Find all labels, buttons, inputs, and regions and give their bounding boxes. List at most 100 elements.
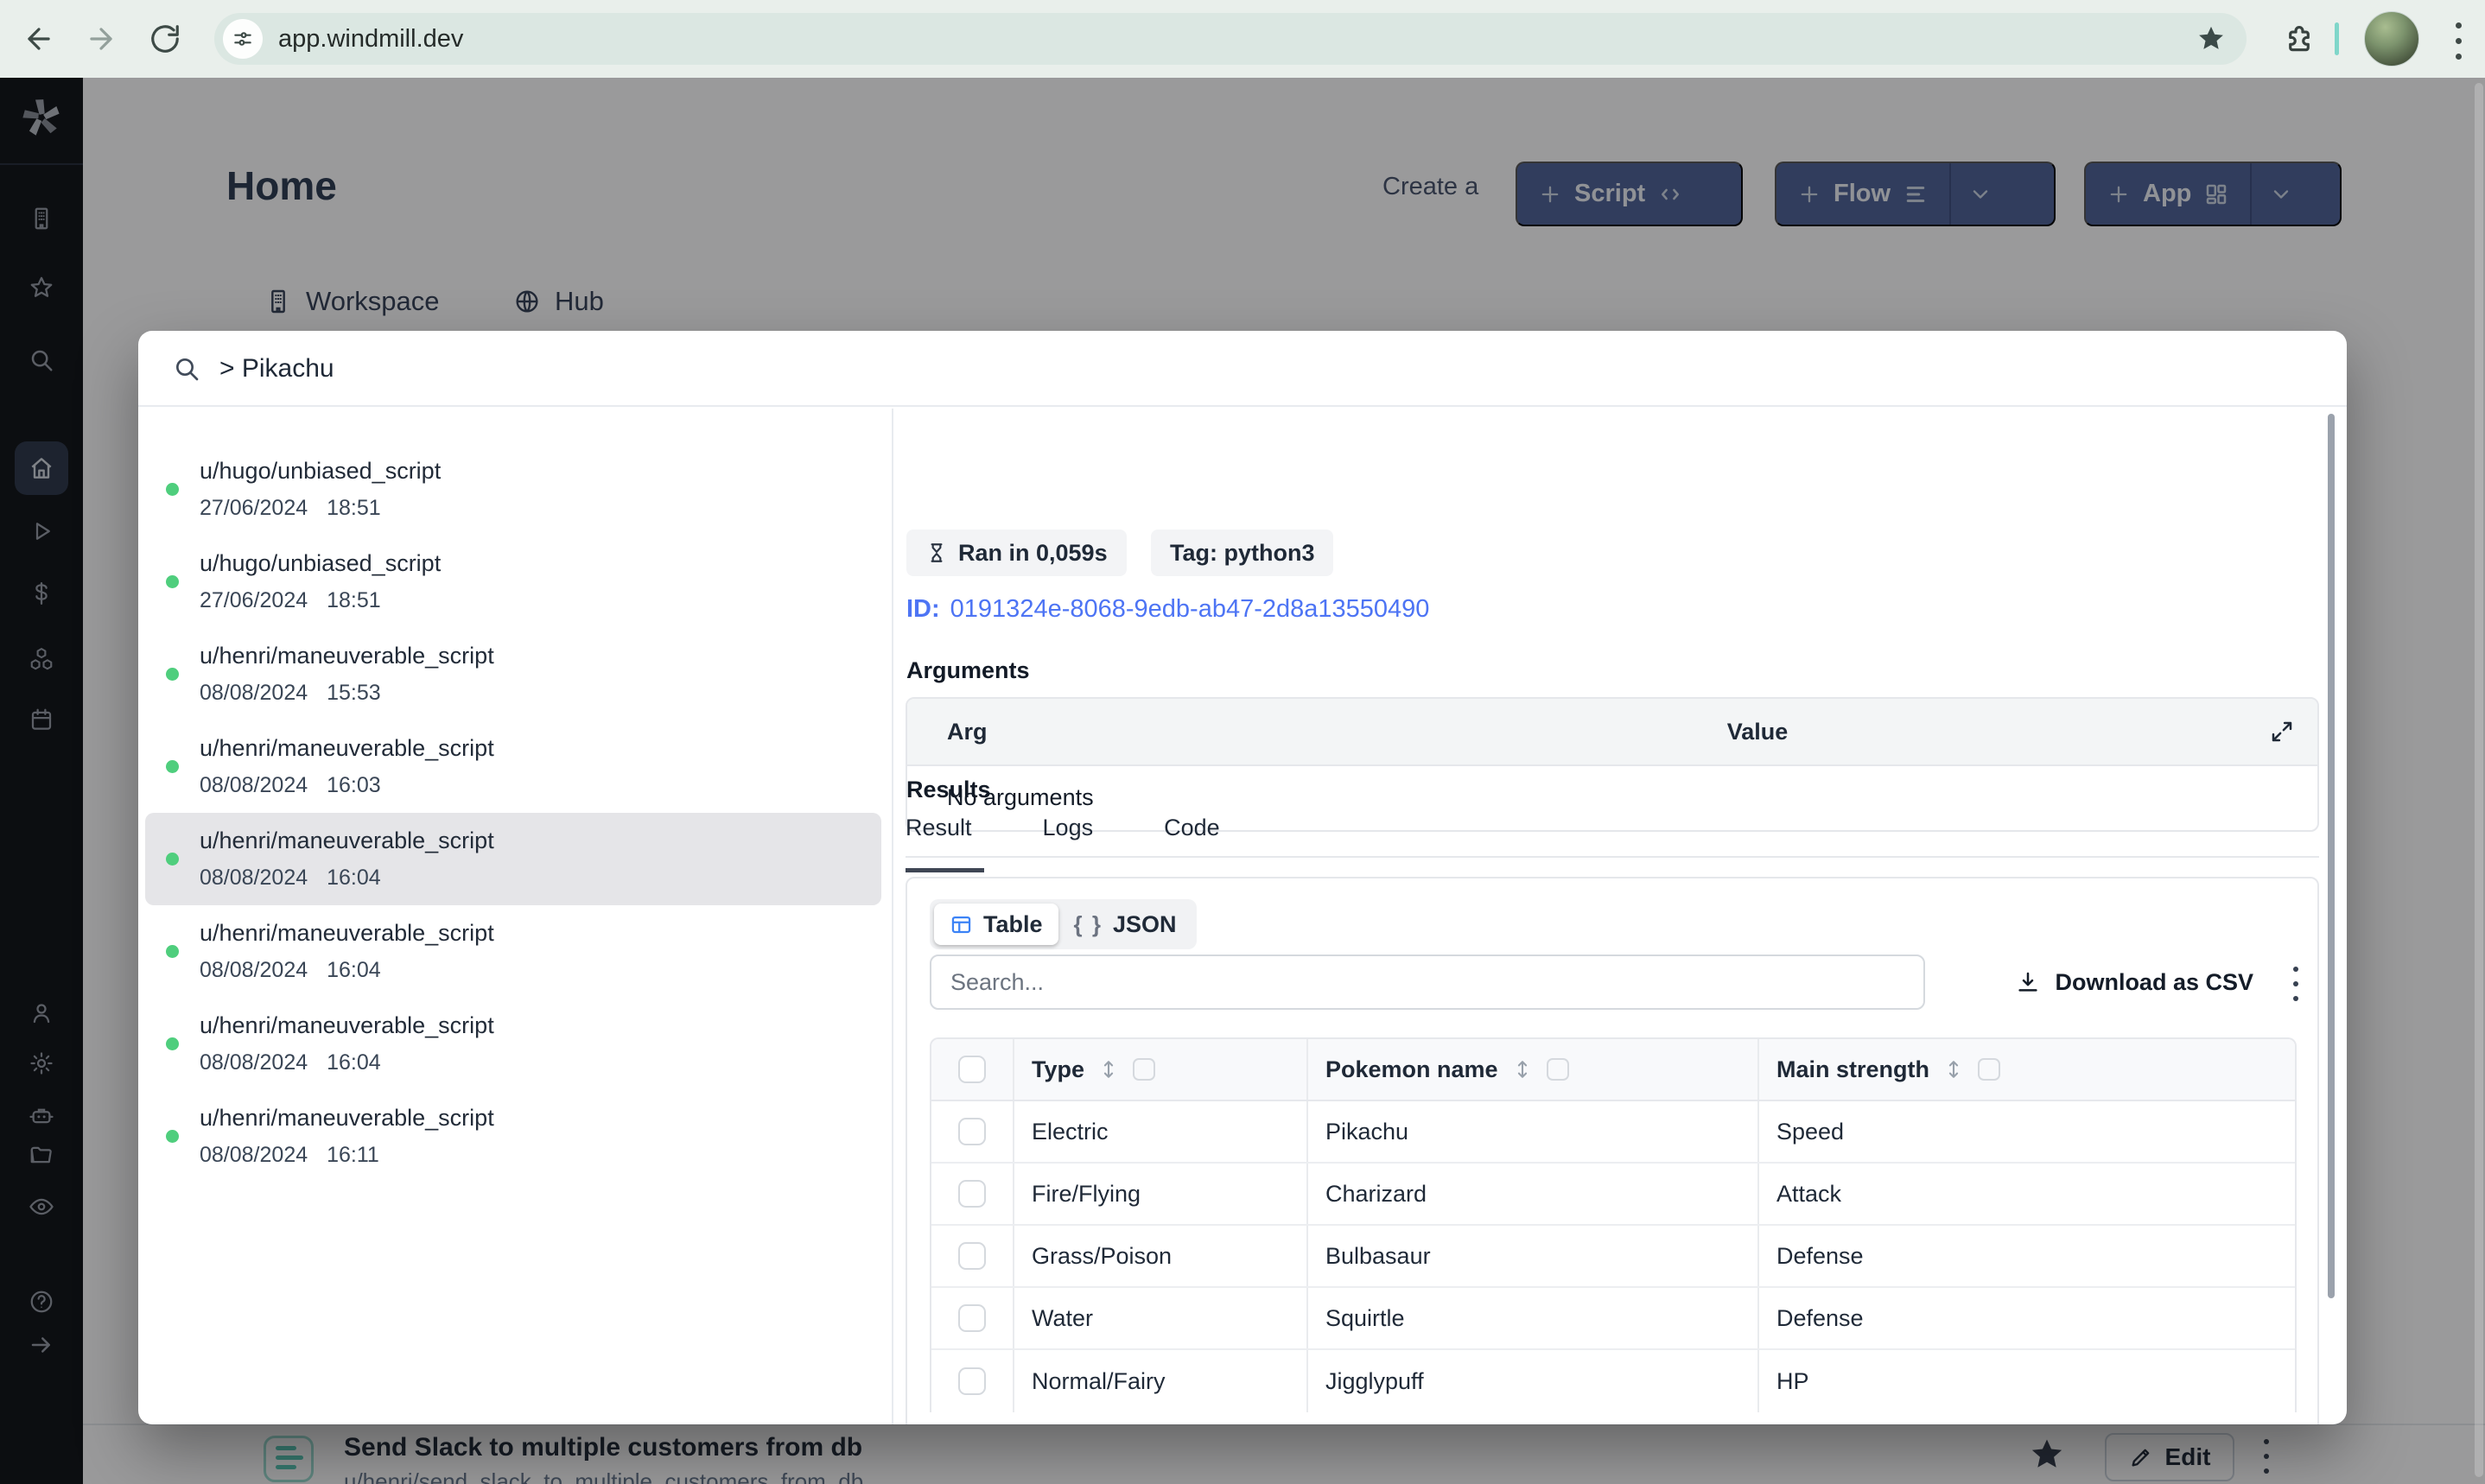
expand-icon[interactable] xyxy=(2269,719,2317,745)
page-scrollbar[interactable] xyxy=(2475,83,2483,1477)
sort-icon[interactable] xyxy=(1096,1057,1121,1081)
table-row[interactable]: Water Squirtle Defense xyxy=(931,1288,2295,1350)
url-text: app.windmill.dev xyxy=(278,25,464,53)
sort-icon[interactable] xyxy=(1510,1057,1535,1081)
run-id-label: ID: xyxy=(906,595,940,623)
browser-reload-icon[interactable] xyxy=(149,22,181,55)
bookmark-star-icon[interactable] xyxy=(2196,24,2226,54)
run-time: 15:53 xyxy=(327,681,381,705)
run-path: u/henri/maneuverable_script xyxy=(200,1105,494,1131)
cell-main-strength: Attack xyxy=(1757,1164,2295,1224)
result-table: Type Pokemon name Main strength Electric… xyxy=(930,1037,2297,1412)
profile-divider xyxy=(2335,22,2339,55)
column-header-main-strength: Main strength xyxy=(1776,1056,1930,1082)
run-date: 08/08/2024 xyxy=(200,1050,308,1075)
run-date: 08/08/2024 xyxy=(200,773,308,797)
success-status-dot xyxy=(166,483,179,496)
modal-search-header xyxy=(138,331,2347,407)
cell-pokemon-name: Squirtle xyxy=(1306,1288,1757,1348)
run-list-item[interactable]: u/henri/maneuverable_script 08/08/2024 16… xyxy=(145,998,881,1090)
cell-main-strength: HP xyxy=(1757,1350,2295,1412)
run-list-item[interactable]: u/hugo/unbiased_script 27/06/2024 18:51 xyxy=(145,443,881,536)
success-status-dot xyxy=(166,575,179,588)
cell-main-strength: Speed xyxy=(1757,1101,2295,1162)
run-path: u/henri/maneuverable_script xyxy=(200,735,494,761)
tab-result[interactable]: Result xyxy=(906,815,983,872)
value-column-header: Value xyxy=(1726,718,1789,745)
browser-menu-icon[interactable] xyxy=(2456,22,2462,60)
result-menu-icon[interactable] xyxy=(2293,967,2298,1001)
page: Home Create a Script Flow App Workspace xyxy=(0,78,2485,1484)
result-search-input[interactable] xyxy=(930,954,1925,1010)
column-header-pokemon-name: Pokemon name xyxy=(1325,1056,1498,1082)
run-duration-badge: Ran in 0,059s xyxy=(906,530,1127,576)
cell-pokemon-name: Jigglypuff xyxy=(1306,1350,1757,1412)
table-view-label: Table xyxy=(983,910,1043,937)
column-filter-checkbox[interactable] xyxy=(1978,1058,2001,1081)
run-list: u/hugo/unbiased_script 27/06/2024 18:51 u… xyxy=(145,443,881,1183)
download-csv-button[interactable]: Download as CSV xyxy=(2015,954,2253,1010)
cell-type: Fire/Flying xyxy=(1013,1164,1306,1224)
download-csv-label: Download as CSV xyxy=(2055,968,2253,995)
run-path: u/hugo/unbiased_script xyxy=(200,550,442,576)
run-time: 16:04 xyxy=(327,866,381,890)
json-view-label: JSON xyxy=(1112,910,1177,937)
arguments-table: Arg Value No arguments xyxy=(906,697,2319,832)
success-status-dot xyxy=(166,945,179,958)
row-checkbox[interactable] xyxy=(958,1304,986,1332)
row-checkbox[interactable] xyxy=(958,1118,986,1145)
run-path: u/henri/maneuverable_script xyxy=(200,920,494,946)
run-list-item[interactable]: u/henri/maneuverable_script 08/08/2024 16… xyxy=(145,1090,881,1183)
arg-column-header: Arg xyxy=(947,718,988,745)
run-list-item[interactable]: u/henri/maneuverable_script 08/08/2024 15… xyxy=(145,628,881,720)
avatar[interactable] xyxy=(2364,11,2419,67)
run-id-value: 0191324e-8068-9edb-ab47-2d8a13550490 xyxy=(950,595,1430,623)
tab-code[interactable]: Code xyxy=(1164,815,1220,856)
run-duration-label: Ran in 0,059s xyxy=(958,539,1108,566)
search-modal: u/hugo/unbiased_script 27/06/2024 18:51 u… xyxy=(138,331,2347,1424)
run-path: u/henri/maneuverable_script xyxy=(200,643,494,669)
column-filter-checkbox[interactable] xyxy=(1133,1058,1156,1081)
run-tag-label: Tag: python3 xyxy=(1170,539,1315,566)
modal-scrollbar[interactable] xyxy=(2328,414,2335,1298)
sort-icon[interactable] xyxy=(1942,1057,1966,1081)
search-icon xyxy=(173,355,200,383)
run-id-link[interactable]: ID: 0191324e-8068-9edb-ab47-2d8a13550490 xyxy=(906,595,1429,624)
tab-logs[interactable]: Logs xyxy=(1043,815,1094,856)
browser-chrome: app.windmill.dev xyxy=(0,0,2485,78)
row-checkbox[interactable] xyxy=(958,1180,986,1208)
cell-type: Electric xyxy=(1013,1101,1306,1162)
table-row[interactable]: Fire/Flying Charizard Attack xyxy=(931,1164,2295,1226)
json-view-button[interactable]: { } JSON xyxy=(1058,904,1192,945)
row-checkbox[interactable] xyxy=(958,1367,986,1395)
table-row[interactable]: Grass/Poison Bulbasaur Defense xyxy=(931,1226,2295,1288)
address-bar[interactable]: app.windmill.dev xyxy=(214,13,2247,65)
column-filter-checkbox[interactable] xyxy=(1546,1058,1569,1081)
arguments-section-label: Arguments xyxy=(906,657,1030,683)
cell-type: Grass/Poison xyxy=(1013,1226,1306,1286)
site-settings-icon[interactable] xyxy=(223,19,263,59)
view-toggle: Table { } JSON xyxy=(930,899,1197,949)
results-section-label: Results xyxy=(906,777,991,802)
success-status-dot xyxy=(166,1130,179,1143)
run-path: u/hugo/unbiased_script xyxy=(200,458,442,484)
table-view-button[interactable]: Table xyxy=(934,904,1058,945)
browser-back-icon[interactable] xyxy=(22,22,55,55)
run-tag-badge: Tag: python3 xyxy=(1151,530,1334,576)
cell-main-strength: Defense xyxy=(1757,1288,2295,1348)
run-list-item[interactable]: u/henri/maneuverable_script 08/08/2024 16… xyxy=(145,720,881,813)
table-row[interactable]: Normal/Fairy Jigglypuff HP xyxy=(931,1350,2295,1412)
browser-forward-icon[interactable] xyxy=(85,22,118,55)
extensions-icon[interactable] xyxy=(2283,22,2316,55)
run-date: 08/08/2024 xyxy=(200,681,308,705)
row-checkbox[interactable] xyxy=(958,1242,986,1270)
run-list-item[interactable]: u/henri/maneuverable_script 08/08/2024 16… xyxy=(145,905,881,998)
select-all-checkbox[interactable] xyxy=(958,1056,986,1083)
cell-pokemon-name: Charizard xyxy=(1306,1164,1757,1224)
cell-pokemon-name: Bulbasaur xyxy=(1306,1226,1757,1286)
run-list-item[interactable]: u/hugo/unbiased_script 27/06/2024 18:51 xyxy=(145,536,881,628)
arguments-table-header: Arg Value xyxy=(907,699,2317,766)
table-row[interactable]: Electric Pikachu Speed xyxy=(931,1101,2295,1164)
run-list-item-selected[interactable]: u/henri/maneuverable_script 08/08/2024 16… xyxy=(145,813,881,905)
modal-search-input[interactable] xyxy=(219,331,1429,407)
